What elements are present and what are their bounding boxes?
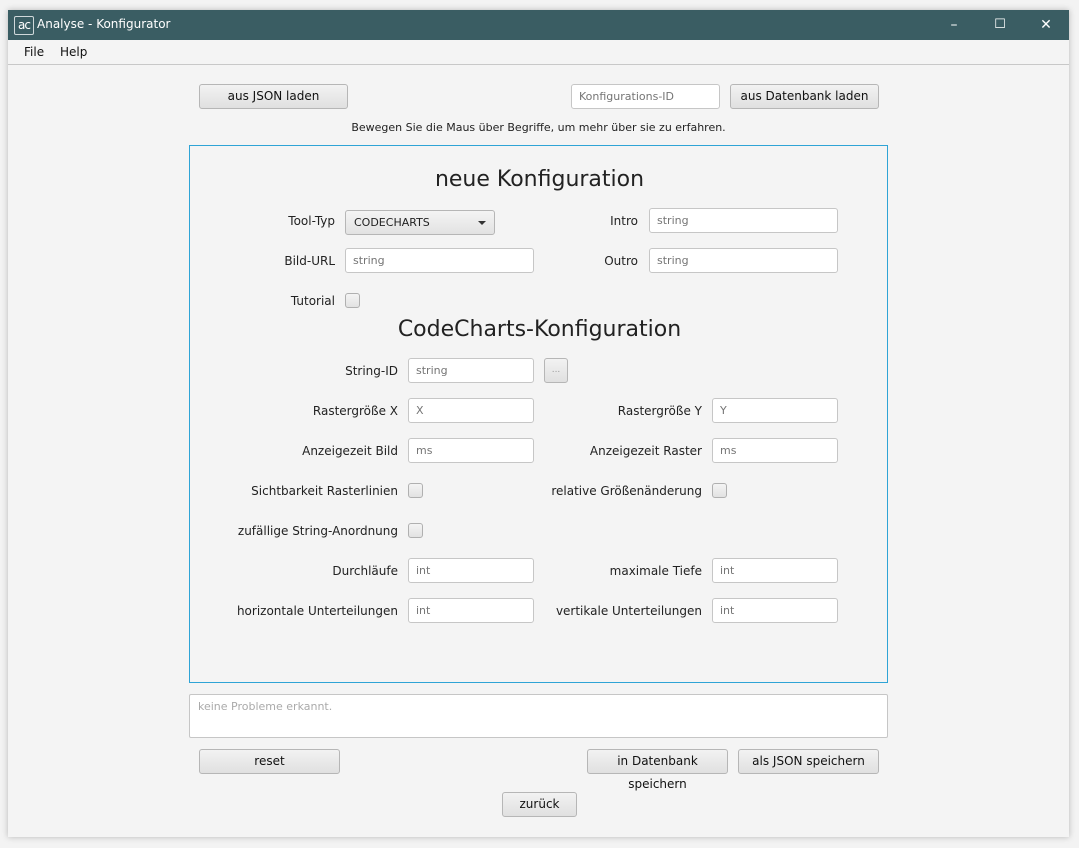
- menu-file[interactable]: File: [24, 45, 44, 59]
- grid-y-input[interactable]: [712, 398, 838, 423]
- display-grid-label: Anzeigezeit Raster: [589, 444, 702, 458]
- image-url-input[interactable]: [345, 248, 534, 273]
- tool-type-value: CODECHARTS: [354, 216, 430, 229]
- codecharts-config-heading: CodeCharts-Konfiguration: [397, 317, 682, 342]
- intro-label: Intro: [610, 214, 638, 228]
- relative-resize-checkbox[interactable]: [712, 483, 727, 498]
- save-json-button[interactable]: als JSON speichern: [738, 749, 879, 774]
- image-url-label: Bild-URL: [284, 254, 335, 268]
- configuration-panel: neue Konfiguration Tool-Typ CODECHARTS I…: [189, 145, 888, 683]
- window-title: Analyse - Konfigurator: [37, 17, 171, 31]
- back-button[interactable]: zurück: [502, 792, 577, 817]
- app-window: ac Analyse - Konfigurator – ☐ ✕ File Hel…: [8, 10, 1069, 837]
- grid-x-input[interactable]: [408, 398, 534, 423]
- grid-lines-label: Sichtbarkeit Rasterlinien: [251, 484, 398, 498]
- hover-hint: Bewegen Sie die Maus über Begriffe, um m…: [351, 121, 726, 134]
- intro-input[interactable]: [649, 208, 838, 233]
- grid-x-label: Rastergröße X: [312, 404, 398, 418]
- menu-help[interactable]: Help: [60, 45, 87, 59]
- general-config-heading: neue Konfiguration: [434, 167, 645, 192]
- display-grid-input[interactable]: [712, 438, 838, 463]
- outro-label: Outro: [604, 254, 638, 268]
- load-db-button[interactable]: aus Datenbank laden: [730, 84, 879, 109]
- display-image-input[interactable]: [408, 438, 534, 463]
- relative-resize-label: relative Größenänderung: [551, 484, 702, 498]
- minimize-icon[interactable]: –: [931, 10, 977, 40]
- dropdown-arrow-icon: [478, 221, 486, 225]
- vertical-divisions-input[interactable]: [712, 598, 838, 623]
- horizontal-divisions-input[interactable]: [408, 598, 534, 623]
- iterations-label: Durchläufe: [332, 564, 398, 578]
- string-id-input[interactable]: [408, 358, 534, 383]
- reset-button[interactable]: reset: [199, 749, 340, 774]
- browse-button[interactable]: ...: [544, 358, 568, 383]
- menu-bar: File Help: [8, 40, 1069, 65]
- validation-status-area[interactable]: keine Probleme erkannt.: [189, 694, 888, 738]
- maximize-icon[interactable]: ☐: [977, 10, 1023, 40]
- title-bar[interactable]: ac Analyse - Konfigurator – ☐ ✕: [8, 10, 1069, 40]
- grid-y-label: Rastergröße Y: [617, 404, 702, 418]
- app-logo-icon: ac: [14, 16, 34, 35]
- close-icon[interactable]: ✕: [1023, 10, 1069, 40]
- save-db-button[interactable]: in Datenbank speichern: [587, 749, 728, 791]
- random-order-checkbox[interactable]: [408, 523, 423, 538]
- tutorial-label: Tutorial: [290, 294, 335, 308]
- tool-type-label: Tool-Typ: [288, 214, 335, 228]
- horizontal-divisions-label: horizontale Unterteilungen: [236, 604, 398, 618]
- outro-input[interactable]: [649, 248, 838, 273]
- max-depth-input[interactable]: [712, 558, 838, 583]
- max-depth-label: maximale Tiefe: [609, 564, 702, 578]
- grid-lines-checkbox[interactable]: [408, 483, 423, 498]
- iterations-input[interactable]: [408, 558, 534, 583]
- tutorial-checkbox[interactable]: [345, 293, 360, 308]
- validation-status-text: keine Probleme erkannt.: [198, 700, 333, 713]
- load-json-button[interactable]: aus JSON laden: [199, 84, 348, 109]
- display-image-label: Anzeigezeit Bild: [302, 444, 398, 458]
- vertical-divisions-label: vertikale Unterteilungen: [555, 604, 702, 618]
- string-id-label: String-ID: [345, 364, 398, 378]
- config-id-input[interactable]: [571, 84, 720, 109]
- tool-type-select[interactable]: CODECHARTS: [345, 210, 495, 235]
- random-order-label: zufällige String-Anordnung: [237, 524, 398, 538]
